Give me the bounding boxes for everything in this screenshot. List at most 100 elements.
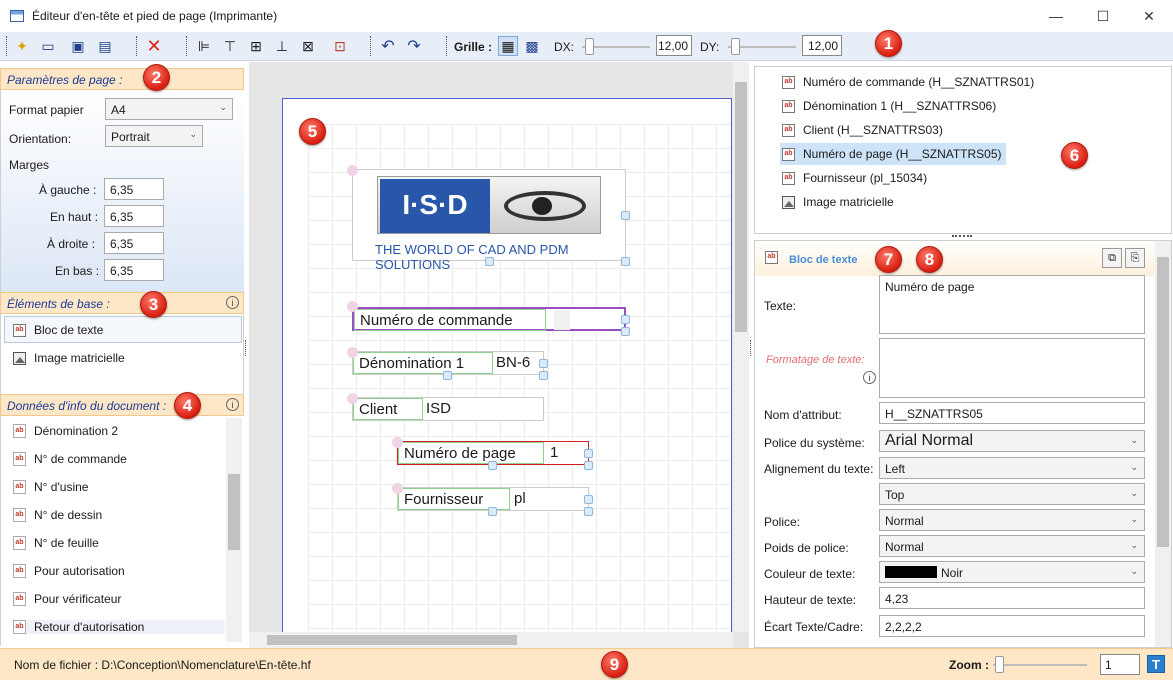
text-mode-button[interactable]: T [1147,655,1165,673]
resize-handle[interactable] [621,315,630,324]
block-anchor[interactable] [347,347,358,358]
attribute-item[interactable]: ab Numéro de commande (H__SZNATTRS01) [780,71,1038,93]
base-item-raster-image[interactable]: Image matricielle [13,351,125,365]
resize-handle[interactable] [584,461,593,470]
zoom-slider-thumb[interactable] [994,656,1004,673]
resize-handle[interactable] [539,371,548,380]
resize-handle[interactable] [488,461,497,470]
redo-icon[interactable]: ↷ [404,36,424,56]
resize-handle[interactable] [443,371,452,380]
info-icon[interactable]: i [863,371,876,384]
resize-handle[interactable] [584,449,593,458]
margin-bottom-input[interactable]: 6,35 [104,259,164,281]
block-anchor[interactable] [347,393,358,404]
doc-info-scroll-thumb[interactable] [228,474,240,550]
canvas-vscroll-thumb[interactable] [735,82,747,332]
resize-handle[interactable] [539,359,548,368]
dx-slider[interactable] [582,38,650,55]
paper-format-select[interactable]: A4 ⌄ [105,98,233,120]
doc-info-item[interactable]: ab N° de commande [13,452,127,466]
new-icon[interactable]: ✦ [12,36,32,56]
resize-handle[interactable] [621,211,630,220]
attribute-item[interactable]: ab Dénomination 1 (H__SZNATTRS06) [780,95,1000,117]
save-as-icon[interactable]: ▤ [95,36,115,56]
copy-icon[interactable]: ⧉ [1102,248,1122,268]
lock-icon[interactable]: ⊡ [330,36,350,56]
doc-info-item[interactable]: ab N° de dessin [13,508,102,522]
attr-name-input[interactable]: H__SZNATTRS05 [879,402,1145,424]
paste-icon[interactable]: ⎘ [1125,248,1145,268]
font-select[interactable]: Normal ⌄ [879,509,1145,531]
text-align-v-select[interactable]: Top ⌄ [879,483,1145,505]
canvas-vertical-scrollbar[interactable] [733,62,749,632]
zoom-slider[interactable] [993,656,1087,673]
margin-right-input[interactable]: 6,35 [104,232,164,254]
dy-slider-thumb[interactable] [730,38,740,55]
doc-info-scrollbar[interactable] [226,418,242,642]
orientation-select[interactable]: Portrait ⌄ [105,125,203,147]
canvas-horizontal-scrollbar[interactable] [249,632,733,648]
align-middle-icon[interactable]: ⊠ [298,36,318,56]
font-weight-select[interactable]: Normal ⌄ [879,535,1145,557]
close-button[interactable]: ✕ [1126,0,1172,32]
resize-handle[interactable] [488,507,497,516]
resize-handle[interactable] [584,507,593,516]
align-left-icon[interactable]: ⊫ [194,36,214,56]
margin-top-input[interactable]: 6,35 [104,205,164,227]
snap-grid-icon[interactable]: ▩ [522,36,542,56]
open-icon[interactable]: ▭ [38,36,58,56]
zoom-input[interactable]: 1 [1100,654,1140,675]
resize-handle[interactable] [621,257,630,266]
align-center-icon[interactable]: ⊞ [246,36,266,56]
resize-handle[interactable] [485,257,494,266]
system-font-select[interactable]: Arial Normal ⌄ [879,430,1145,452]
text-input[interactable]: Numéro de page [879,275,1145,334]
doc-info-item[interactable]: ab N° de feuille [13,536,99,550]
margin-left-input[interactable]: 6,35 [104,178,164,200]
left-splitter[interactable] [245,340,248,356]
canvas-hscroll-thumb[interactable] [267,635,517,645]
text-align-h-select[interactable]: Left ⌄ [879,457,1145,479]
block-anchor[interactable] [392,437,403,448]
save-icon[interactable]: ▣ [68,36,88,56]
doc-info-item[interactable]: ab Pour autorisation [13,564,125,578]
text-gap-input[interactable]: 2,2,2,2 [879,615,1145,637]
dx-slider-thumb[interactable] [584,38,594,55]
block-anchor[interactable] [347,301,358,312]
minimize-button[interactable]: — [1033,0,1079,32]
props-scroll-thumb[interactable] [1157,257,1169,547]
block-anchor[interactable] [392,483,403,494]
attribute-item[interactable]: ab Fournisseur (pl_15034) [780,167,931,189]
text-color-select[interactable]: Noir ⌄ [879,561,1145,583]
dy-slider[interactable] [728,38,796,55]
right-splitter[interactable] [750,340,753,356]
canvas-area[interactable]: I·S·D THE WORLD OF CAD AND PDM SOLUTIONS… [249,62,749,648]
dx-input[interactable]: 12,00 [656,35,692,56]
attribute-item[interactable]: ab Numéro de page (H__SZNATTRS05) [780,143,1006,165]
base-item-text-block[interactable]: ab Bloc de texte [13,323,103,337]
align-bottom-icon[interactable]: ⊥ [272,36,292,56]
attribute-item[interactable]: ab Client (H__SZNATTRS03) [780,119,947,141]
text-height-input[interactable]: 4,23 [879,587,1145,609]
attr-splitter[interactable] [952,235,972,238]
resize-handle[interactable] [621,327,630,336]
undo-icon[interactable]: ↶ [378,36,398,56]
attribute-list[interactable]: ab Numéro de commande (H__SZNATTRS01) ab Dé… [754,66,1172,234]
logo-anchor[interactable] [347,165,358,176]
format-input[interactable] [879,338,1145,398]
align-top-icon[interactable]: ⊤ [220,36,240,56]
delete-icon[interactable]: ✕ [144,36,164,56]
maximize-button[interactable]: ☐ [1080,0,1126,32]
text-block-client[interactable]: Client ISD [352,397,544,421]
logo-frame[interactable]: I·S·D THE WORLD OF CAD AND PDM SOLUTIONS [352,169,626,272]
page-sheet[interactable]: I·S·D THE WORLD OF CAD AND PDM SOLUTIONS… [282,98,732,648]
info-icon[interactable]: i [226,296,239,309]
text-block-order-number[interactable]: Numéro de commande [352,307,626,331]
doc-info-item[interactable]: ab Pour vérificateur [13,592,121,606]
info-icon[interactable]: i [226,398,239,411]
doc-info-item[interactable]: ab N° d'usine [13,480,88,494]
doc-info-list[interactable]: ab Dénomination 2 ab N° de commande ab N° d'u… [0,416,244,646]
resize-handle[interactable] [584,495,593,504]
doc-info-item[interactable]: ab Retour d'autorisation [13,620,225,634]
attribute-item[interactable]: Image matricielle [780,191,898,213]
